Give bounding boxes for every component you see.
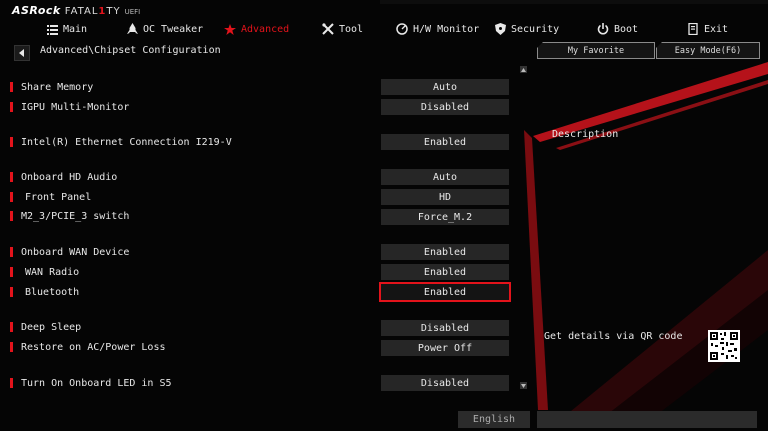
logo-uefi: UEFI xyxy=(124,8,141,16)
chevron-down-icon xyxy=(521,383,526,388)
setting-onboard-hd-audio-value[interactable]: Auto xyxy=(381,169,509,185)
easy-mode-button[interactable]: Easy Mode(F6) xyxy=(656,42,760,59)
setting-onboard-led-s5-value[interactable]: Disabled xyxy=(381,375,509,391)
language-button[interactable]: English xyxy=(458,411,530,428)
setting-onboard-led-s5-label: Turn On Onboard LED in S5 xyxy=(10,376,172,390)
rocket-icon xyxy=(127,23,138,34)
monitor-icon xyxy=(396,23,408,35)
setting-ethernet-value[interactable]: Enabled xyxy=(381,134,509,150)
asrock-logo: ASRock FATAL1TY UEFI xyxy=(12,4,140,18)
setting-restore-ac-power-loss-value[interactable]: Power Off xyxy=(381,340,509,356)
tools-icon xyxy=(322,23,334,35)
exit-icon xyxy=(688,23,698,35)
setting-m2-pcie-switch-value[interactable]: Force_M.2 xyxy=(381,209,509,225)
tab-exit-label: Exit xyxy=(704,23,729,35)
tab-boot[interactable]: Boot xyxy=(597,20,638,38)
logo-brand: ASRock xyxy=(12,4,61,17)
tab-security-label: Security xyxy=(511,23,560,35)
tab-main-label: Main xyxy=(63,23,88,35)
setting-bluetooth-label: Bluetooth xyxy=(10,285,79,299)
setting-ethernet-label: Intel(R) Ethernet Connection I219-V xyxy=(10,135,232,149)
setting-front-panel-value[interactable]: HD xyxy=(381,189,509,205)
qr-code-icon xyxy=(708,330,740,362)
tab-security[interactable]: Security xyxy=(495,20,559,38)
setting-wan-radio-label: WAN Radio xyxy=(10,265,79,279)
back-button[interactable] xyxy=(14,45,30,61)
scroll-down-button[interactable] xyxy=(520,382,527,389)
tab-main[interactable]: Main xyxy=(47,20,87,38)
tab-oc-tweaker[interactable]: OC Tweaker xyxy=(127,20,203,38)
breadcrumb: Advanced\Chipset Configuration xyxy=(40,45,221,56)
setting-deep-sleep-label: Deep Sleep xyxy=(10,320,81,334)
list-icon xyxy=(47,24,58,35)
tab-exit[interactable]: Exit xyxy=(688,20,728,38)
tab-tool-label: Tool xyxy=(339,23,364,35)
setting-share-memory-label: Share Memory xyxy=(10,80,93,94)
chevron-up-icon xyxy=(521,67,526,72)
setting-front-panel-label: Front Panel xyxy=(10,190,91,204)
setting-share-memory-value[interactable]: Auto xyxy=(381,79,509,95)
power-icon xyxy=(597,23,609,35)
status-bar xyxy=(537,411,757,428)
shield-icon xyxy=(495,23,506,35)
star-icon xyxy=(224,23,236,35)
setting-deep-sleep-value[interactable]: Disabled xyxy=(381,320,509,336)
setting-onboard-hd-audio-label: Onboard HD Audio xyxy=(10,170,117,184)
tab-hw-monitor-label: H/W Monitor xyxy=(413,23,480,35)
tab-boot-label: Boot xyxy=(614,23,639,35)
setting-onboard-wan-device-label: Onboard WAN Device xyxy=(10,245,129,259)
arrow-left-icon xyxy=(19,49,24,57)
scroll-up-button[interactable] xyxy=(520,66,527,73)
setting-m2-pcie-switch-label: M2_3/PCIE_3 switch xyxy=(10,209,129,223)
description-title: Description xyxy=(552,129,619,140)
qr-code-text: Get details via QR code xyxy=(544,331,683,342)
tab-oc-tweaker-label: OC Tweaker xyxy=(143,23,204,35)
setting-wan-radio-value[interactable]: Enabled xyxy=(381,264,509,280)
setting-onboard-wan-device-value[interactable]: Enabled xyxy=(381,244,509,260)
tab-hw-monitor[interactable]: H/W Monitor xyxy=(396,20,479,38)
top-nav: Main OC Tweaker Advanced Tool H/W Monito… xyxy=(0,20,768,38)
tab-advanced-label: Advanced xyxy=(241,23,290,35)
setting-igpu-multi-monitor-value[interactable]: Disabled xyxy=(381,99,509,115)
setting-restore-ac-power-loss-label: Restore on AC/Power Loss xyxy=(10,340,166,354)
setting-igpu-multi-monitor-label: IGPU Multi-Monitor xyxy=(10,100,129,114)
logo-fatality: FATAL1TY xyxy=(64,6,121,17)
tab-tool[interactable]: Tool xyxy=(322,20,363,38)
my-favorite-button[interactable]: My Favorite xyxy=(537,42,655,59)
tab-advanced[interactable]: Advanced xyxy=(224,20,289,38)
setting-bluetooth-value[interactable]: Enabled xyxy=(379,282,511,302)
